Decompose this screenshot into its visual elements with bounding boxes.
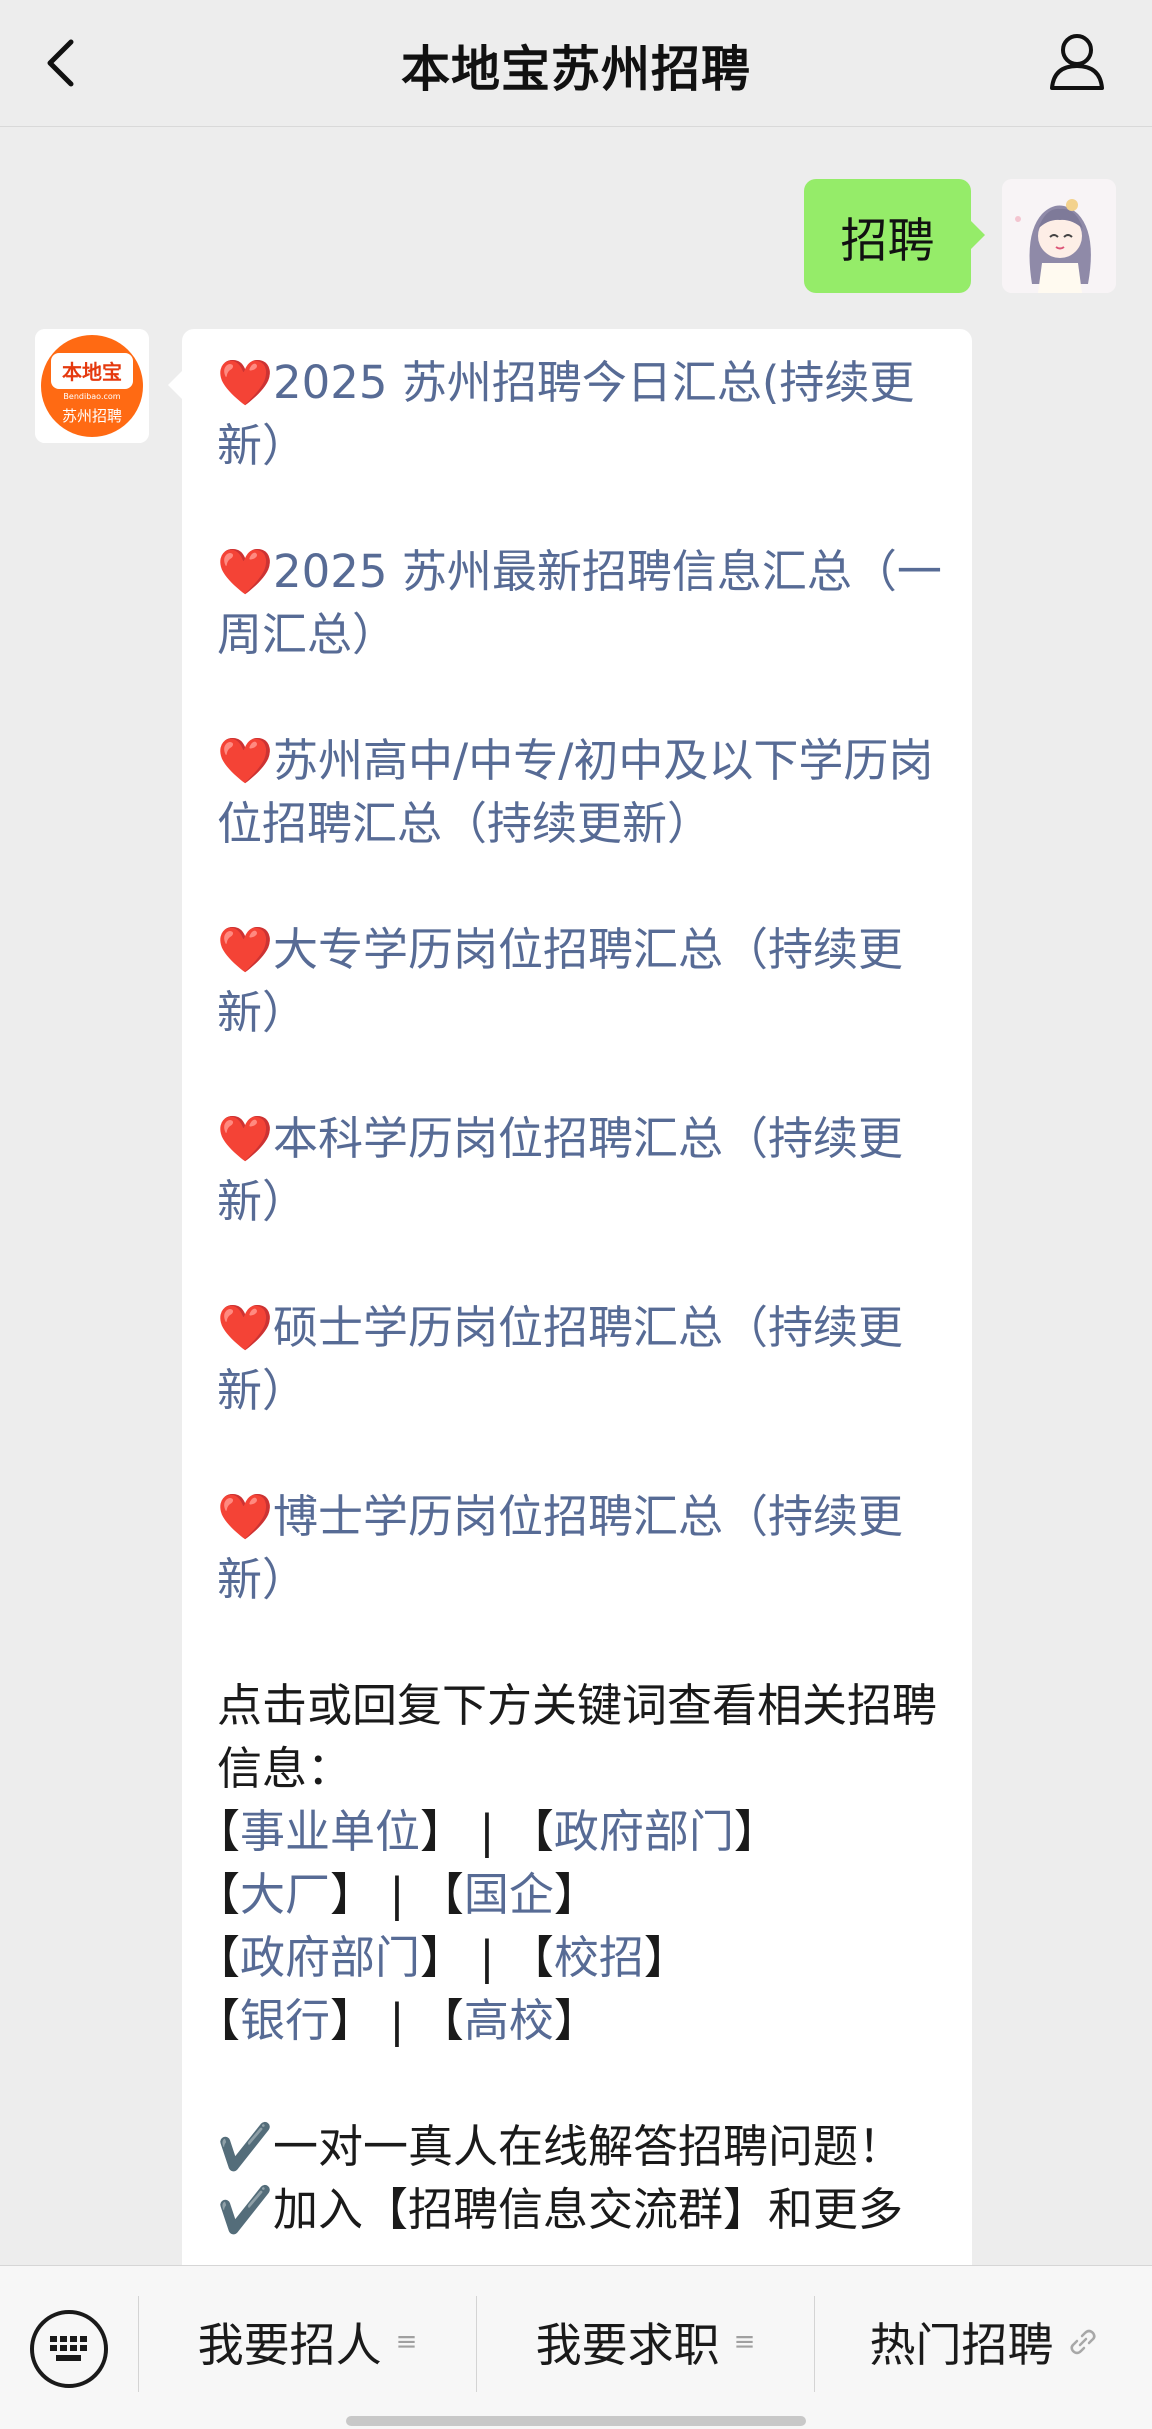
keyword-row: 【事业单位】 | 【政府部门】 — [195, 1805, 779, 1858]
outgoing-message-text: 招聘 — [840, 213, 935, 269]
logo-subtext: Bendibao.com — [63, 392, 120, 401]
chat-area[interactable]: 招聘 本地宝 Bendibao.com 苏州招聘 ❤️2025 苏州招聘今日汇总… — [0, 127, 1152, 2265]
check-mark-icon: ✔️ — [217, 2120, 274, 2173]
menu-list-icon: ≡ — [733, 2327, 756, 2357]
check-item: ✔️加入【招聘信息交流群】和更多 — [217, 2183, 904, 2236]
heart-icon: ❤️ — [217, 734, 274, 787]
person-icon — [1050, 34, 1104, 90]
menu-job-seek-button[interactable]: 我要求职 ≡ — [477, 2312, 814, 2372]
keyword-row: 【大厂】 | 【国企】 — [195, 1868, 599, 1921]
link-phd-jobs[interactable]: ❤️博士学历岗位招聘汇总（持续更新） — [217, 1485, 942, 1611]
link-bachelor-jobs[interactable]: ❤️本科学历岗位招聘汇总（持续更新） — [217, 1107, 942, 1233]
link-master-jobs[interactable]: ❤️硕士学历岗位招聘汇总（持续更新） — [217, 1296, 942, 1422]
menu-label: 我要招人 — [197, 2318, 382, 2372]
keyword-link[interactable]: 校招 — [554, 1931, 644, 1984]
link-college-jobs[interactable]: ❤️大专学历岗位招聘汇总（持续更新） — [217, 918, 942, 1044]
keyboard-icon — [50, 2336, 87, 2361]
bottom-menu-bar: 我要招人 ≡ 我要求职 ≡ 热门招聘 — [0, 2265, 1152, 2429]
keyword-link[interactable]: 大厂 — [240, 1868, 330, 1921]
link-highschool-jobs[interactable]: ❤️苏州高中/中专/初中及以下学历岗位招聘汇总（持续更新） — [217, 729, 942, 855]
profile-button[interactable] — [1042, 26, 1112, 96]
menu-label: 热门招聘 — [869, 2318, 1054, 2372]
keyword-link[interactable]: 高校 — [464, 1994, 554, 2047]
keyword-link[interactable]: 政府部门 — [554, 1805, 734, 1858]
anime-girl-avatar-icon — [1002, 179, 1116, 293]
page-title: 本地宝苏州招聘 — [400, 41, 751, 98]
bot-avatar[interactable]: 本地宝 Bendibao.com 苏州招聘 — [35, 329, 149, 443]
heart-icon: ❤️ — [217, 545, 274, 598]
keyword-link[interactable]: 政府部门 — [240, 1931, 420, 1984]
link-weekly-summary[interactable]: ❤️2025 苏州最新招聘信息汇总（一周汇总） — [217, 540, 942, 666]
heart-icon: ❤️ — [217, 1301, 274, 1354]
check-mark-icon: ✔️ — [217, 2183, 274, 2236]
incoming-message-bubble: ❤️2025 苏州招聘今日汇总(持续更新） ❤️2025 苏州最新招聘信息汇总（… — [168, 329, 972, 2265]
keyword-link[interactable]: 银行 — [240, 1994, 330, 2047]
keyword-row: 【银行】 | 【高校】 — [195, 1994, 599, 2047]
home-indicator — [346, 2416, 806, 2426]
keyboard-toggle-button[interactable] — [30, 2310, 108, 2388]
menu-label: 我要求职 — [535, 2318, 720, 2372]
keyword-row: 【政府部门】 | 【校招】 — [195, 1931, 689, 1984]
logo-city-text: 苏州招聘 — [62, 407, 122, 425]
keyword-link[interactable]: 事业单位 — [240, 1805, 420, 1858]
heart-icon: ❤️ — [217, 1490, 274, 1543]
message-content: ❤️2025 苏州招聘今日汇总(持续更新） ❤️2025 苏州最新招聘信息汇总（… — [195, 351, 942, 2241]
link-icon — [1069, 2329, 1096, 2355]
user-avatar[interactable] — [1002, 179, 1116, 293]
heart-icon: ❤️ — [217, 923, 274, 976]
heart-icon: ❤️ — [217, 356, 274, 409]
link-today-summary[interactable]: ❤️2025 苏州招聘今日汇总(持续更新） — [217, 351, 942, 477]
heart-icon: ❤️ — [217, 1112, 274, 1165]
outgoing-message-bubble[interactable]: 招聘 — [804, 179, 985, 293]
check-item: ✔️一对一真人在线解答招聘问题！ — [217, 2120, 904, 2173]
top-nav-bar: 本地宝苏州招聘 — [0, 0, 1152, 127]
keyword-link[interactable]: 国企 — [464, 1868, 554, 1921]
menu-recruit-button[interactable]: 我要招人 ≡ — [139, 2312, 476, 2372]
instruction-text: 点击或回复下方关键词查看相关招聘信息： — [217, 1679, 938, 1795]
logo-text: 本地宝 — [62, 360, 122, 384]
menu-hot-jobs-button[interactable]: 热门招聘 — [815, 2312, 1152, 2372]
bendibao-logo: 本地宝 Bendibao.com 苏州招聘 — [35, 329, 149, 443]
menu-list-icon: ≡ — [395, 2327, 418, 2357]
